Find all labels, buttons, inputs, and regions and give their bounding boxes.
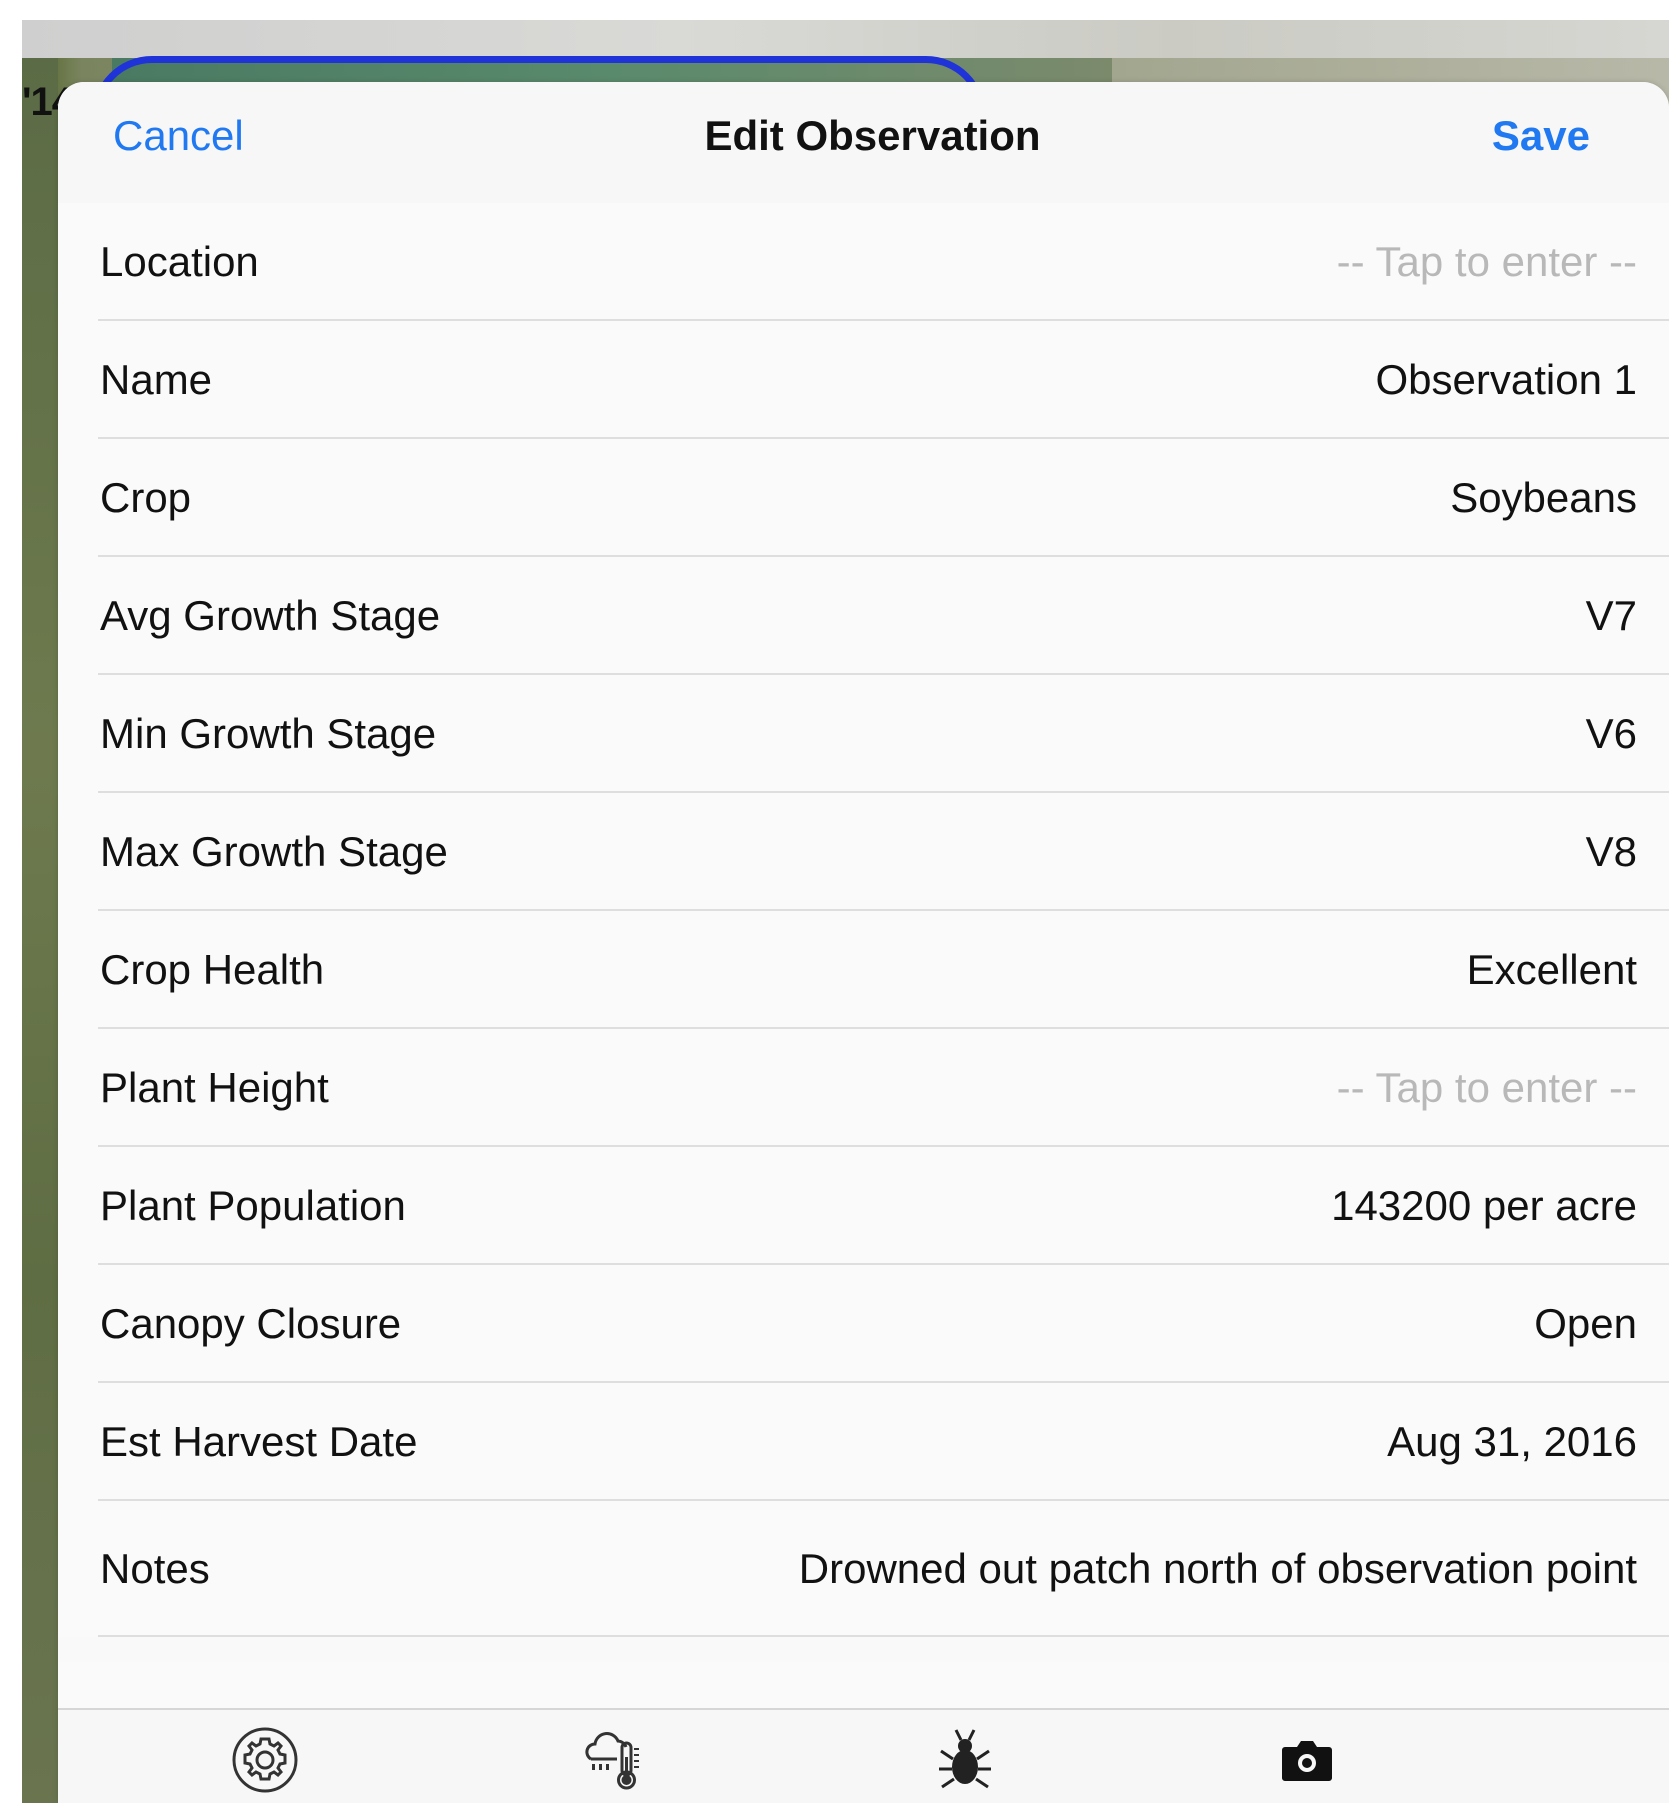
row-label: Est Harvest Date	[100, 1418, 418, 1465]
plant-height-value: -- Tap to enter --	[1336, 1064, 1637, 1111]
map-left-strip	[22, 58, 58, 1803]
row-name[interactable]: Name Observation 1	[58, 321, 1669, 439]
canopy-closure-value: Open	[1534, 1300, 1637, 1347]
navigation-bar: Cancel Edit Observation Save	[58, 82, 1669, 205]
row-max-growth-stage[interactable]: Max Growth Stage V8	[58, 793, 1669, 911]
row-label: Location	[100, 238, 259, 285]
page-title: Edit Observation	[704, 112, 1041, 159]
location-value: -- Tap to enter --	[1336, 238, 1637, 285]
screen: '14 Cancel Edit Observation Save Locatio…	[0, 0, 1669, 1803]
row-label: Plant Population	[100, 1182, 406, 1229]
row-label: Crop	[100, 474, 192, 521]
name-value: Observation 1	[1375, 356, 1637, 403]
weather-button[interactable]	[576, 1720, 656, 1800]
save-button[interactable]: Save	[1492, 112, 1590, 160]
weather-icon	[585, 1732, 639, 1790]
camera-icon	[1282, 1741, 1332, 1781]
row-avg-growth-stage[interactable]: Avg Growth Stage V7	[58, 557, 1669, 675]
row-label: Name	[100, 356, 213, 403]
row-label: Crop Health	[100, 946, 325, 993]
row-label: Notes	[100, 1545, 210, 1592]
pest-button[interactable]	[925, 1720, 1005, 1800]
row-canopy-closure[interactable]: Canopy Closure Open	[58, 1265, 1669, 1383]
max-growth-stage-value: V8	[1585, 828, 1637, 875]
row-label: Canopy Closure	[100, 1300, 402, 1347]
bottom-toolbar	[58, 1708, 1669, 1803]
row-crop[interactable]: Crop Soybeans	[58, 439, 1669, 557]
edit-observation-sheet: Cancel Edit Observation Save Location --…	[58, 82, 1669, 1803]
min-growth-stage-value: V6	[1585, 710, 1637, 757]
est-harvest-date-value: Aug 31, 2016	[1387, 1418, 1637, 1465]
notes-value: Drowned out patch north of observation p…	[798, 1545, 1637, 1592]
map-top-strip	[22, 20, 1669, 58]
row-plant-height[interactable]: Plant Height -- Tap to enter --	[58, 1029, 1669, 1147]
observation-form: Location -- Tap to enter -- Name Observa…	[58, 203, 1669, 1637]
row-label: Plant Height	[100, 1064, 329, 1111]
row-label: Avg Growth Stage	[100, 592, 441, 639]
bug-icon	[939, 1729, 991, 1789]
crop-value: Soybeans	[1450, 474, 1637, 521]
avg-growth-stage-value: V7	[1585, 592, 1637, 639]
row-location[interactable]: Location -- Tap to enter --	[58, 203, 1669, 321]
settings-button[interactable]	[225, 1720, 305, 1800]
row-min-growth-stage[interactable]: Min Growth Stage V6	[58, 675, 1669, 793]
row-plant-population[interactable]: Plant Population 143200 per acre	[58, 1147, 1669, 1265]
row-label: Max Growth Stage	[100, 828, 448, 875]
row-notes[interactable]: Notes Drowned out patch north of observa…	[58, 1501, 1669, 1637]
row-est-harvest-date[interactable]: Est Harvest Date Aug 31, 2016	[58, 1383, 1669, 1501]
gear-icon	[232, 1727, 298, 1793]
row-label: Min Growth Stage	[100, 710, 437, 757]
form-footer-spacer	[58, 1662, 1669, 1708]
row-crop-health[interactable]: Crop Health Excellent	[58, 911, 1669, 1029]
crop-health-value: Excellent	[1466, 946, 1637, 993]
plant-population-value: 143200 per acre	[1331, 1182, 1637, 1229]
camera-button[interactable]	[1267, 1720, 1347, 1800]
